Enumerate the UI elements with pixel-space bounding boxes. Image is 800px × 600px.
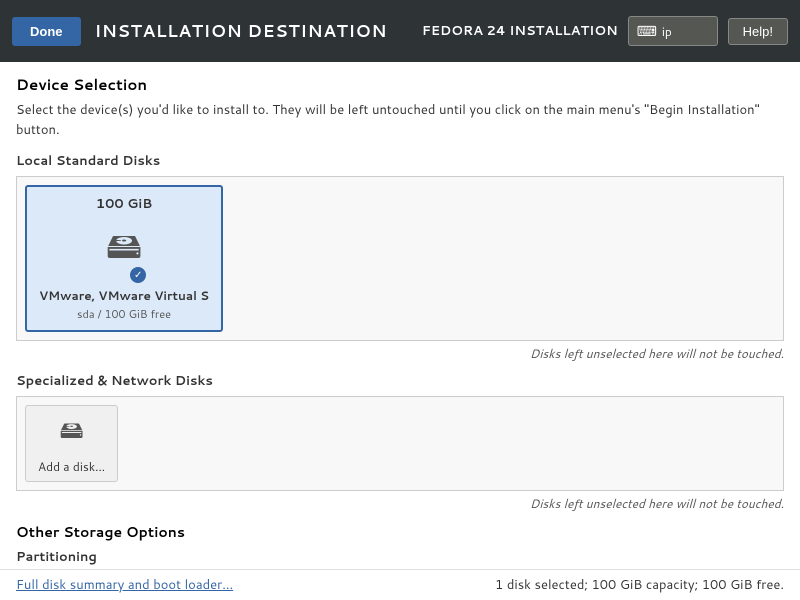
disk-meta: sda / 100 GiB free <box>39 306 209 322</box>
disk-status: 1 disk selected; 100 GiB capacity; 100 G… <box>495 576 784 594</box>
specialized-disk-hint: Disks left unselected here will not be t… <box>16 495 784 512</box>
add-disk-label: Add a disk... <box>38 458 105 475</box>
help-button[interactable]: Help! <box>728 18 788 45</box>
header-left: Done INSTALLATION DESTINATION <box>12 17 387 46</box>
other-storage-title: Other Storage Options <box>16 522 784 542</box>
specialized-disk-grid: 🖴 Add a disk... <box>16 396 784 491</box>
add-disk-button[interactable]: 🖴 Add a disk... <box>25 405 118 482</box>
keyboard-input[interactable]: ⌨ ip <box>628 16 718 46</box>
footer: Full disk summary and boot loader... 1 d… <box>0 569 800 600</box>
done-button[interactable]: Done <box>12 17 81 46</box>
content-area: Device Selection Select the device(s) yo… <box>0 62 800 600</box>
disk-item[interactable]: 100 GiB 🖴 ✓ VMware, VMware Virtual S sda… <box>25 185 223 332</box>
header-right: FEDORA 24 INSTALLATION ⌨ ip Help! <box>422 16 788 46</box>
keyboard-value: ip <box>662 23 672 40</box>
page-title: INSTALLATION DESTINATION <box>95 19 388 43</box>
full-disk-summary-link[interactable]: Full disk summary and boot loader... <box>16 576 233 594</box>
local-disk-grid: 100 GiB 🖴 ✓ VMware, VMware Virtual S sda… <box>16 176 784 341</box>
local-standard-disks-label: Local Standard Disks <box>16 152 784 170</box>
header: Done INSTALLATION DESTINATION FEDORA 24 … <box>0 0 800 62</box>
device-selection-title: Device Selection <box>16 74 784 95</box>
selected-checkmark: ✓ <box>130 267 146 283</box>
add-disk-icon: 🖴 <box>59 412 83 454</box>
app-title: FEDORA 24 INSTALLATION <box>422 22 618 40</box>
device-selection-description: Select the device(s) you'd like to insta… <box>16 101 784 140</box>
disk-icon-wrapper: 🖴 ✓ <box>106 219 142 281</box>
local-disk-hint: Disks left unselected here will not be t… <box>16 345 784 362</box>
specialized-label: Specialized & Network Disks <box>16 372 784 390</box>
disk-size: 100 GiB <box>39 195 209 213</box>
disk-name: VMware, VMware Virtual S <box>39 287 209 304</box>
keyboard-icon: ⌨ <box>637 21 657 41</box>
partitioning-label: Partitioning <box>16 548 784 566</box>
